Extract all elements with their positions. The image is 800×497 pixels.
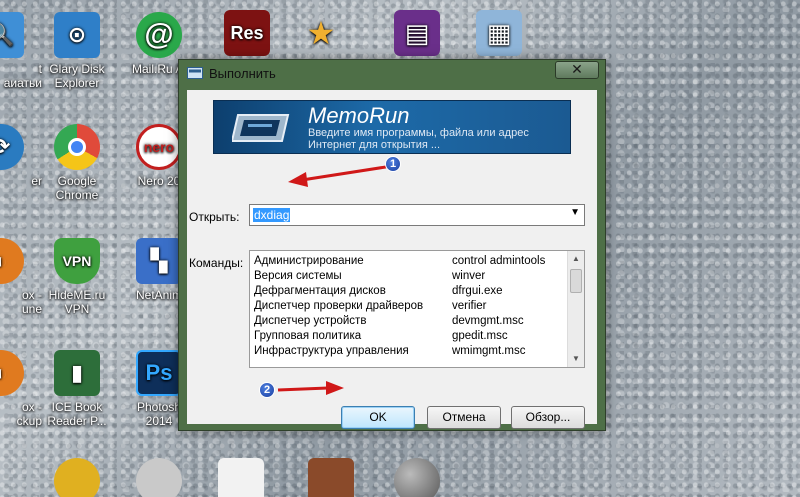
browse-button[interactable]: Обзор... bbox=[511, 406, 585, 429]
memorun-logo-icon bbox=[232, 114, 290, 142]
firefox-icon: ◐ bbox=[0, 238, 24, 284]
mailru-agent-icon: @ bbox=[136, 12, 182, 58]
scroll-down-icon[interactable]: ▼ bbox=[568, 351, 584, 367]
desktop-icon-res[interactable]: Res bbox=[206, 10, 288, 60]
nero-icon: nero bbox=[136, 124, 182, 170]
list-item[interactable]: Версия системы winver bbox=[252, 270, 566, 285]
desktop-icon-label: ICE Book Reader P... bbox=[47, 400, 107, 428]
desktop-icon-ice-book-reader[interactable]: ▮ ICE Book Reader P... bbox=[36, 350, 118, 428]
command-name: Администрирование bbox=[254, 255, 364, 267]
step-badge-1: 1 bbox=[385, 156, 401, 172]
desktop-icon-winrar[interactable]: ▤ bbox=[376, 10, 458, 60]
command-name: Диспетчер устройств bbox=[254, 315, 367, 327]
command-value: gpedit.msc bbox=[452, 330, 508, 342]
desktop-icon-label: HideME.ru VPN bbox=[48, 288, 106, 316]
window-title: Выполнить bbox=[209, 65, 276, 81]
annotation-arrow-2 bbox=[277, 381, 344, 395]
desktop-icon-hideme-vpn[interactable]: VPN HideME.ru VPN bbox=[36, 238, 118, 316]
vpn-shield-icon: VPN bbox=[54, 238, 100, 284]
res-app-icon: Res bbox=[224, 10, 270, 56]
app-icon bbox=[54, 458, 100, 497]
globe-icon bbox=[394, 458, 440, 497]
command-name: Диспетчер проверки драйверов bbox=[254, 300, 424, 312]
open-label: Открыть: bbox=[189, 210, 240, 224]
commands-scrollbar[interactable]: ▲ ▼ bbox=[567, 251, 584, 367]
close-icon: ✕ bbox=[571, 61, 583, 77]
command-name: Групповая политика bbox=[254, 330, 362, 342]
banner-hint: Введите имя программы, файла или адрес И… bbox=[308, 127, 529, 151]
command-value: devmgmt.msc bbox=[452, 315, 524, 327]
list-item[interactable]: Диспетчер устройств devmgmt.msc bbox=[252, 315, 566, 330]
desktop-icon-bottom-2[interactable] bbox=[118, 458, 200, 497]
desktop-icon-bottom-3[interactable] bbox=[200, 458, 282, 497]
list-item[interactable]: Администрирование control admintools bbox=[252, 255, 566, 270]
calculator-icon: ▦ bbox=[476, 10, 522, 56]
app-icon bbox=[136, 458, 182, 497]
open-combobox[interactable]: dxdiag ▼ bbox=[249, 204, 585, 226]
titlebar: Выполнить bbox=[179, 60, 605, 86]
ok-button[interactable]: OK bbox=[341, 406, 415, 429]
close-button[interactable]: ✕ bbox=[555, 61, 599, 79]
desktop-icon-google-chrome[interactable]: Google Chrome bbox=[36, 124, 118, 202]
desktop-icon-bottom-1[interactable] bbox=[36, 458, 118, 497]
memorun-banner: MemoRun Введите имя программы, файла или… bbox=[213, 100, 571, 154]
annotation-arrow-1 bbox=[288, 164, 393, 187]
list-item[interactable]: Дефрагментация дисков dfrgui.exe bbox=[252, 285, 566, 300]
list-item[interactable]: Групповая политика gpedit.msc bbox=[252, 330, 566, 345]
photoshop-icon: Ps bbox=[136, 350, 182, 396]
command-value: dfrgui.exe bbox=[452, 285, 503, 297]
desktop-icon-label: Google Chrome bbox=[55, 174, 99, 202]
desktop-icon-calculator[interactable]: ▦ bbox=[458, 10, 540, 60]
firefox-icon: ◐ bbox=[0, 350, 24, 396]
list-item[interactable]: Диспетчер проверки драйверов verifier bbox=[252, 300, 566, 315]
refresh-app-icon: ⟳ bbox=[0, 124, 24, 170]
command-name: Версия системы bbox=[254, 270, 342, 282]
ice-book-reader-icon: ▮ bbox=[54, 350, 100, 396]
desktop-icon-star[interactable]: ★ bbox=[280, 10, 362, 60]
netanim-icon: ▚ bbox=[136, 238, 182, 284]
command-name: Инфраструктура управления bbox=[254, 345, 409, 357]
scroll-thumb[interactable] bbox=[570, 269, 582, 293]
dialog-client-area: MemoRun Введите имя программы, файла или… bbox=[187, 90, 597, 429]
app-icon bbox=[308, 458, 354, 497]
scroll-up-icon[interactable]: ▲ bbox=[568, 251, 584, 267]
desktop-icon-label: Glary Disk Explorer bbox=[49, 62, 105, 90]
dropdown-arrow-icon[interactable]: ▼ bbox=[570, 207, 580, 218]
command-value: winver bbox=[452, 270, 486, 282]
cancel-button[interactable]: Отмена bbox=[427, 406, 501, 429]
command-value: control admintools bbox=[452, 255, 546, 267]
list-item[interactable]: Инфраструктура управления wmimgmt.msc bbox=[252, 345, 566, 360]
command-value: wmimgmt.msc bbox=[452, 345, 526, 357]
glary-disk-explorer-icon: ⊙ bbox=[54, 12, 100, 58]
command-value: verifier bbox=[452, 300, 487, 312]
desktop-icon-bottom-5[interactable] bbox=[376, 458, 458, 497]
commands-list[interactable]: Администрирование control admintools Вер… bbox=[249, 250, 585, 368]
chrome-icon bbox=[54, 124, 100, 170]
commands-label: Команды: bbox=[189, 256, 244, 270]
desktop-icon-glary-disk-explorer[interactable]: ⊙ Glary Disk Explorer bbox=[36, 12, 118, 90]
open-input-value[interactable]: dxdiag bbox=[253, 208, 291, 222]
desktop-icon-bottom-4[interactable] bbox=[290, 458, 372, 497]
run-dialog: Выполнить ✕ MemoRun Введите имя программ… bbox=[178, 59, 606, 431]
search-app-icon: 🔍 bbox=[0, 12, 24, 58]
step-badge-2: 2 bbox=[259, 382, 275, 398]
command-name: Дефрагментация дисков bbox=[254, 285, 386, 297]
banner-brand: MemoRun bbox=[308, 103, 410, 128]
app-icon bbox=[218, 458, 264, 497]
star-app-icon: ★ bbox=[306, 15, 336, 51]
run-window-icon bbox=[187, 67, 203, 79]
winrar-icon: ▤ bbox=[394, 10, 440, 56]
